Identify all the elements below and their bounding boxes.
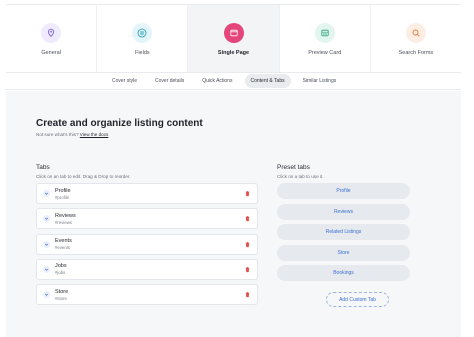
subtab-cover-style[interactable]: Cover style bbox=[106, 74, 143, 88]
search-icon bbox=[405, 23, 426, 43]
chevron-down-icon[interactable] bbox=[43, 240, 50, 248]
add-custom-tab-button[interactable]: Add Custom Tab bbox=[326, 292, 389, 307]
preset-tab-profile[interactable]: Profile bbox=[277, 183, 410, 199]
nav-label: General bbox=[41, 50, 61, 56]
tab-card-reviews[interactable]: Reviews #reviews bbox=[36, 208, 258, 230]
tab-card-events[interactable]: Events #events bbox=[36, 233, 258, 255]
subtab-quick-actions[interactable]: Quick Actions bbox=[196, 74, 238, 88]
hint-text: Not sure what's this? bbox=[36, 132, 79, 137]
help-hint: Not sure what's this? View the docs bbox=[36, 132, 108, 137]
nav-label: Fields bbox=[134, 50, 150, 56]
tab-name: Events bbox=[55, 238, 72, 245]
list-icon bbox=[132, 23, 153, 43]
preset-tab-related-listings[interactable]: Related Listings bbox=[277, 224, 410, 240]
top-navigation: General Fields Single Page Preview Card … bbox=[6, 4, 462, 72]
nav-item-general[interactable]: General bbox=[6, 5, 98, 72]
trash-icon[interactable] bbox=[244, 291, 251, 298]
tab-hash: #events bbox=[55, 245, 71, 251]
view-docs-link[interactable]: View the docs bbox=[80, 132, 109, 137]
preset-section-subtitle: Click on a tab to use it. bbox=[277, 174, 324, 179]
location-icon bbox=[41, 23, 62, 43]
chevron-down-icon[interactable] bbox=[43, 265, 50, 273]
preset-section-title: Preset tabs bbox=[277, 164, 310, 171]
trash-icon[interactable] bbox=[244, 241, 251, 248]
preset-list: Profile Reviews Related Listings Store B… bbox=[277, 183, 410, 286]
preset-tab-store[interactable]: Store bbox=[277, 244, 410, 261]
preset-tab-bookings[interactable]: Bookings bbox=[277, 265, 410, 281]
tab-name: Reviews bbox=[55, 212, 76, 219]
preset-tab-reviews[interactable]: Reviews bbox=[277, 203, 410, 220]
nav-label: Single Page bbox=[217, 50, 250, 56]
tab-hash: #jobs bbox=[55, 270, 66, 276]
chevron-down-icon[interactable] bbox=[43, 291, 50, 299]
tab-card-jobs[interactable]: Jobs #jobs bbox=[36, 258, 258, 280]
subtab-cover-details[interactable]: Cover details bbox=[149, 74, 190, 88]
page-title: Create and organize listing content bbox=[36, 118, 203, 129]
trash-icon[interactable] bbox=[244, 266, 251, 273]
nav-label: Search Forms bbox=[398, 50, 434, 56]
browser-icon bbox=[223, 23, 244, 43]
nav-item-single-page[interactable]: Single Page bbox=[188, 5, 280, 72]
tab-hash: #profile bbox=[55, 194, 70, 200]
tab-card-profile[interactable]: Profile #profile bbox=[36, 183, 258, 204]
tab-name: Profile bbox=[55, 187, 71, 194]
subtab-similar-listings[interactable]: Similar Listings bbox=[297, 74, 343, 88]
tab-card-store[interactable]: Store #store bbox=[36, 284, 258, 306]
nav-label: Preview Card bbox=[308, 50, 342, 56]
nav-item-preview-card[interactable]: Preview Card bbox=[279, 5, 371, 72]
subtab-content-tabs[interactable]: Content & Tabs bbox=[244, 74, 291, 88]
chevron-down-icon[interactable] bbox=[43, 190, 50, 197]
tab-hash: #store bbox=[55, 295, 67, 301]
tabs-section-title: Tabs bbox=[36, 164, 50, 171]
trash-icon[interactable] bbox=[244, 215, 251, 222]
chevron-down-icon[interactable] bbox=[43, 215, 50, 223]
card-icon bbox=[314, 23, 335, 43]
main-panel: Create and organize listing content Not … bbox=[6, 91, 461, 337]
tab-list: Profile #profile Reviews #reviews Events #e… bbox=[36, 183, 258, 309]
nav-item-search-forms[interactable]: Search Forms bbox=[370, 5, 462, 72]
tab-hash: #reviews bbox=[55, 219, 72, 225]
nav-item-fields[interactable]: Fields bbox=[97, 5, 189, 72]
trash-icon[interactable] bbox=[244, 190, 251, 197]
tab-name: Store bbox=[55, 288, 69, 295]
sub-tabs: Cover style Cover details Quick Actions … bbox=[6, 72, 461, 90]
tabs-section-subtitle: Click on an tab to edit. Drag & Drop to … bbox=[36, 174, 131, 179]
tab-name: Jobs bbox=[55, 263, 67, 270]
